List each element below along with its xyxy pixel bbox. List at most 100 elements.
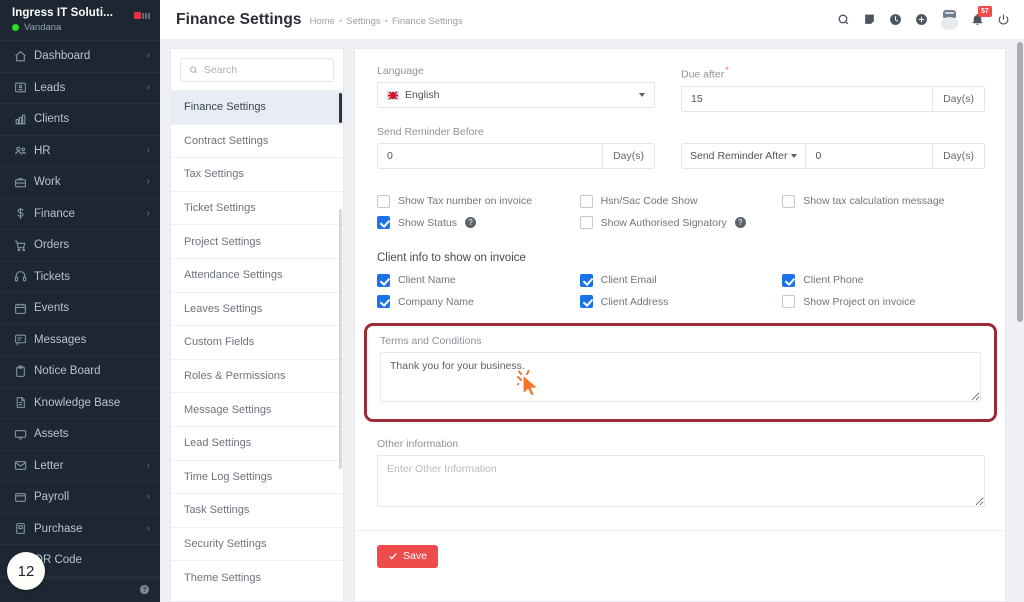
tour-step-badge: 12 bbox=[7, 552, 45, 590]
page-scrollbar[interactable] bbox=[1017, 42, 1023, 322]
checkbox-row-company-name[interactable]: Company Name bbox=[377, 291, 580, 313]
settings-item-project-settings[interactable]: Project Settings bbox=[171, 224, 343, 258]
help-icon[interactable]: ? bbox=[734, 217, 746, 229]
power-icon[interactable] bbox=[997, 13, 1010, 26]
save-button[interactable]: Save bbox=[377, 544, 438, 568]
language-select[interactable]: English bbox=[377, 82, 655, 108]
sidebar-item-notice-board[interactable]: Notice Board bbox=[0, 356, 160, 388]
checkbox-row-client-name[interactable]: Client Name bbox=[377, 270, 580, 292]
sidebar-item-purchase[interactable]: Purchase › bbox=[0, 514, 160, 545]
leads-icon bbox=[14, 81, 34, 94]
sidebar-item-work[interactable]: Work › bbox=[0, 167, 160, 199]
gift-icon[interactable] bbox=[941, 9, 958, 30]
settings-item-tax-settings[interactable]: Tax Settings bbox=[171, 157, 343, 191]
top-actions: 57 bbox=[837, 6, 1010, 30]
checkbox-row-client-email[interactable]: Client Email bbox=[579, 270, 783, 292]
checkbox-row-hsn-sac-code[interactable]: Hsn/Sac Code Show bbox=[579, 191, 783, 213]
help-icon[interactable]: ? bbox=[464, 217, 476, 229]
due-after-value[interactable]: 15 bbox=[682, 93, 932, 105]
other-information-textarea[interactable] bbox=[377, 454, 985, 507]
checkbox-show-tax-number[interactable] bbox=[377, 194, 390, 208]
clock-icon[interactable] bbox=[889, 13, 902, 26]
breadcrumb-home[interactable]: Home bbox=[310, 16, 335, 27]
checkbox-row-client-phone[interactable]: Client Phone bbox=[782, 270, 985, 292]
note-icon[interactable] bbox=[863, 13, 876, 26]
send-reminder-before-value[interactable]: 0 bbox=[378, 150, 602, 162]
send-reminder-after-dropdown[interactable]: Send Reminder After bbox=[682, 143, 807, 168]
sidebar-item-assets[interactable]: Assets bbox=[0, 419, 160, 451]
settings-item-label: Project Settings bbox=[184, 235, 262, 248]
checkbox-row-client-address[interactable]: Client Address bbox=[579, 291, 783, 313]
checkbox-row-show-status[interactable]: Show Status ? bbox=[377, 212, 580, 234]
search-icon[interactable] bbox=[837, 13, 850, 26]
checkbox-hsn-sac-code[interactable] bbox=[579, 194, 593, 208]
bell-icon[interactable]: 57 bbox=[971, 6, 992, 26]
checkbox-company-name[interactable] bbox=[377, 295, 390, 309]
checkbox-show-project-on-invoice[interactable] bbox=[782, 295, 796, 309]
company-name: Ingress IT Soluti... bbox=[12, 7, 114, 19]
checkbox-client-address[interactable] bbox=[579, 295, 593, 309]
send-reminder-after-input-group[interactable]: Send Reminder After 0 Day(s) bbox=[681, 142, 985, 169]
settings-item-finance-settings[interactable]: Finance Settings bbox=[171, 90, 343, 124]
breadcrumb-current: Finance Settings bbox=[391, 15, 463, 27]
send-reminder-after-value[interactable]: 0 bbox=[806, 150, 932, 162]
checkbox-show-tax-calculation-message[interactable] bbox=[782, 194, 796, 208]
sidebar-item-events[interactable]: Events bbox=[0, 293, 160, 325]
checkbox-row-show-tax-number[interactable]: Show Tax number on invoice bbox=[377, 191, 580, 213]
sidebar-item-payroll[interactable]: Payroll › bbox=[0, 482, 160, 514]
settings-item-attendance-settings[interactable]: Attendance Settings bbox=[171, 257, 343, 292]
checkbox-row-tax-calculation-message[interactable]: Show tax calculation message bbox=[782, 191, 985, 213]
brand-header[interactable]: Ingress IT Soluti... Vandana bbox=[0, 0, 160, 40]
checkbox-client-name[interactable] bbox=[377, 273, 390, 287]
search-input[interactable] bbox=[203, 64, 325, 76]
user-status-group: Vandana bbox=[12, 22, 113, 33]
search-box[interactable] bbox=[180, 58, 334, 82]
chevron-right-icon: › bbox=[146, 176, 150, 188]
settings-item-contract-settings[interactable]: Contract Settings bbox=[171, 123, 343, 158]
checkbox-row-show-project-on-invoice[interactable]: Show Project on invoice bbox=[782, 291, 985, 313]
send-reminder-before-input-group[interactable]: 0 Day(s) bbox=[377, 142, 655, 169]
checkbox-client-phone[interactable] bbox=[782, 273, 796, 287]
sidebar-item-tickets[interactable]: Tickets bbox=[0, 262, 160, 293]
uk-flag-icon bbox=[387, 90, 399, 100]
checkbox-show-authorised-signatory[interactable] bbox=[579, 216, 593, 230]
checkbox-show-status[interactable] bbox=[377, 216, 390, 230]
sidebar-label: Messages bbox=[34, 333, 87, 346]
sidebar-item-leads[interactable]: Leads › bbox=[0, 73, 160, 104]
settings-item-label: Theme Settings bbox=[184, 571, 262, 584]
settings-item-ticket-settings[interactable]: Ticket Settings bbox=[171, 190, 343, 225]
settings-item-leaves-settings[interactable]: Leaves Settings bbox=[171, 291, 343, 326]
main-sidebar: Ingress IT Soluti... Vandana Dashboard › bbox=[0, 0, 160, 602]
checkbox-label: Show Project on invoice bbox=[803, 295, 916, 308]
settings-item-lead-settings[interactable]: Lead Settings bbox=[171, 425, 343, 460]
sidebar-item-dashboard[interactable]: Dashboard › bbox=[0, 41, 160, 73]
settings-item-task-settings[interactable]: Task Settings bbox=[171, 493, 343, 527]
settings-item-label: Tax Settings bbox=[184, 168, 244, 181]
sidebar-item-knowledge-base[interactable]: Knowledge Base bbox=[0, 388, 160, 419]
sidebar-item-hr[interactable]: HR › bbox=[0, 136, 160, 167]
settings-item-theme-settings[interactable]: Theme Settings bbox=[171, 560, 343, 594]
due-after-input-group[interactable]: 15 Day(s) bbox=[681, 85, 985, 112]
settings-item-roles-permissions[interactable]: Roles & Permissions bbox=[171, 358, 343, 393]
sidebar-item-clients[interactable]: Clients bbox=[0, 104, 160, 136]
terms-and-conditions-textarea[interactable] bbox=[380, 351, 981, 402]
sidebar-item-messages[interactable]: Messages bbox=[0, 325, 160, 356]
settings-item-label: Time Log Settings bbox=[184, 470, 273, 483]
plus-icon[interactable] bbox=[915, 13, 928, 26]
settings-menu: Finance Settings Contract Settings Tax S… bbox=[170, 48, 344, 602]
sidebar-item-letter[interactable]: Letter › bbox=[0, 451, 160, 482]
checkbox-label: Client Name bbox=[398, 274, 456, 287]
settings-item-message-settings[interactable]: Message Settings bbox=[171, 392, 343, 426]
settings-item-security-settings[interactable]: Security Settings bbox=[171, 526, 343, 561]
help-circle-icon[interactable] bbox=[139, 582, 150, 600]
settings-item-custom-fields[interactable]: Custom Fields bbox=[171, 325, 343, 359]
sidebar-item-finance[interactable]: Finance › bbox=[0, 199, 160, 230]
checkbox-client-email[interactable] bbox=[579, 273, 593, 287]
settings-menu-scrollbar[interactable] bbox=[339, 209, 342, 469]
checkbox-row-authorised-signatory[interactable]: Show Authorised Signatory ? bbox=[579, 212, 783, 234]
breadcrumb-settings[interactable]: Settings bbox=[346, 16, 380, 27]
settings-item-time-log-settings[interactable]: Time Log Settings bbox=[171, 459, 343, 494]
settings-item-label: Task Settings bbox=[184, 504, 250, 517]
tickets-icon bbox=[14, 270, 34, 283]
sidebar-item-orders[interactable]: Orders bbox=[0, 230, 160, 262]
